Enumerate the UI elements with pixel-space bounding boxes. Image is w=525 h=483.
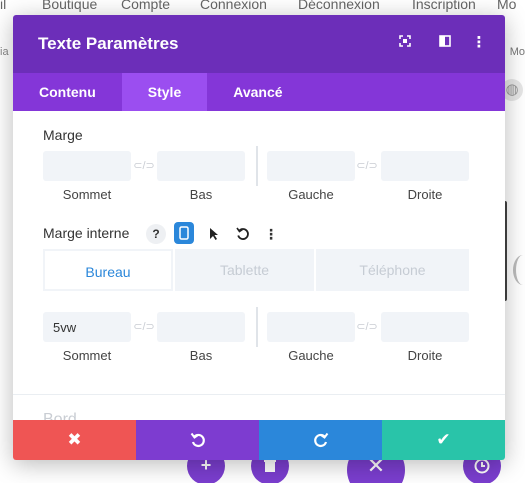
caption-sommet: Sommet [62,187,112,202]
caption-bas: Bas [189,187,213,202]
check-icon: ✔ [436,430,451,449]
redo-button[interactable] [259,420,382,460]
columns-glyph [439,35,451,47]
padding-bottom-input[interactable] [157,312,245,342]
link-icon[interactable]: ⊂/⊃ [132,156,156,176]
reset-icon[interactable] [233,224,253,244]
bg-nav-item[interactable]: Mo [497,0,516,12]
section-divider [13,394,505,395]
undo-icon [190,432,205,448]
bg-nav-item[interactable]: Compte [121,0,170,12]
bg-nav-item[interactable]: Inscription [412,0,476,12]
link-icon[interactable]: ⊂/⊃ [355,156,379,176]
link-icon[interactable]: ⊂/⊃ [355,317,379,337]
expand-glyph [399,35,411,47]
background-decoration [513,255,525,285]
save-button[interactable]: ✔ [382,420,505,460]
marge-bottom-input[interactable] [157,151,245,181]
cancel-button[interactable]: ✖ [13,420,136,460]
close-icon: ✖ [67,430,82,449]
caption-droite: Droite [407,348,443,363]
marge-label: Marge [43,127,83,143]
expand-icon[interactable] [396,34,414,52]
device-tab-bureau[interactable]: Bureau [43,249,173,291]
undo-button[interactable] [136,420,259,460]
bg-right-label: Mo [509,46,525,58]
columns-icon[interactable] [436,34,454,52]
caption-bas: Bas [189,348,213,363]
redo-icon [313,432,328,448]
phone-icon[interactable] [174,222,194,244]
more-icon[interactable]: ⋮ [261,224,281,244]
padding-left-input[interactable] [267,312,355,342]
cursor-glyph [210,228,218,240]
settings-tabs: Contenu Style Avancé [13,73,505,111]
bg-left-label: ia [0,46,9,58]
modal-title: Texte Paramètres [38,34,179,53]
background-nav: il Boutique Compte Connexion Déconnexion… [0,0,525,14]
more-icon[interactable]: ⋮ [470,34,488,52]
caption-sommet: Sommet [62,348,112,363]
modal-header: Texte Paramètres ⋮ [13,15,505,73]
settings-content: Marge ⊂/⊃ ⊂/⊃ Sommet Bas Gauche Droite M… [13,111,505,420]
tab-style[interactable]: Style [121,73,208,111]
reset-glyph [236,227,249,240]
caption-droite: Droite [407,187,443,202]
next-section-label[interactable]: Bord [43,411,77,420]
link-icon[interactable]: ⊂/⊃ [132,317,156,337]
modal-footer: ✖ ✔ [13,420,505,460]
padding-top-input[interactable] [43,312,131,342]
field-divider [256,146,258,186]
device-tab-tablette[interactable]: Tablette [175,249,314,291]
marge-top-input[interactable] [43,151,131,181]
bg-nav-item[interactable]: Connexion [200,0,267,12]
bg-nav-item[interactable]: Boutique [42,0,97,12]
clock-icon [474,458,490,474]
marge-interne-label: Marge interne [43,225,130,241]
caption-gauche: Gauche [288,348,334,363]
padding-right-input[interactable] [381,312,469,342]
marge-left-input[interactable] [267,151,355,181]
tab-avance[interactable]: Avancé [207,73,308,111]
trash-icon [264,460,276,472]
cursor-icon[interactable] [204,224,224,244]
bg-nav-item[interactable]: il [0,0,6,12]
phone-glyph [179,226,189,240]
caption-gauche: Gauche [288,187,334,202]
settings-modal: Texte Paramètres ⋮ Contenu Style Avancé … [13,15,505,460]
bg-nav-item[interactable]: Déconnexion [298,0,380,12]
field-divider [256,307,258,347]
tab-contenu[interactable]: Contenu [13,73,122,111]
marge-right-input[interactable] [381,151,469,181]
help-icon[interactable]: ? [146,224,166,244]
device-tab-telephone[interactable]: Téléphone [316,249,469,291]
